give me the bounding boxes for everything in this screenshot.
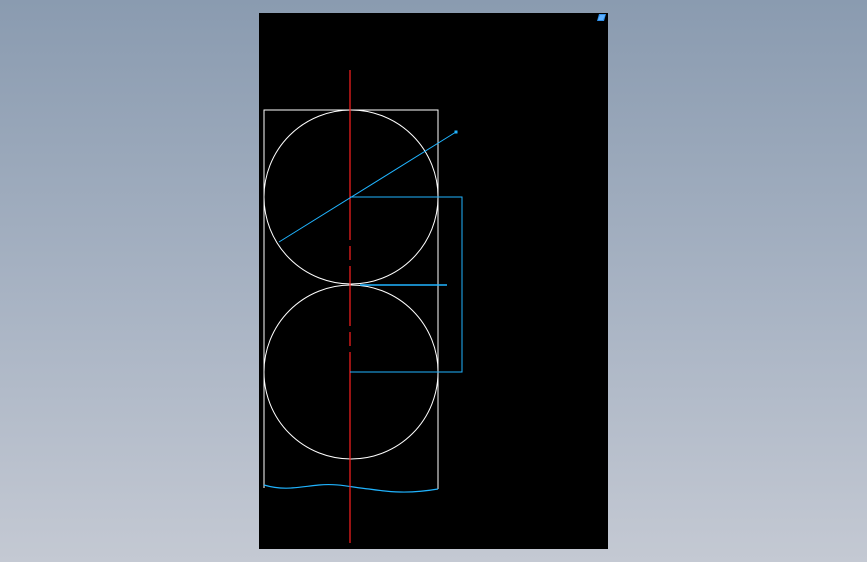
break-line — [263, 483, 439, 493]
cad-drawing-viewport[interactable] — [259, 13, 608, 549]
frame-outline — [263, 109, 439, 489]
viewport-corner-marker-icon[interactable] — [597, 14, 606, 21]
cad-drawing-canvas — [263, 14, 606, 543]
leader-endpoint — [454, 130, 458, 134]
diagonal-leader-line — [278, 131, 457, 243]
